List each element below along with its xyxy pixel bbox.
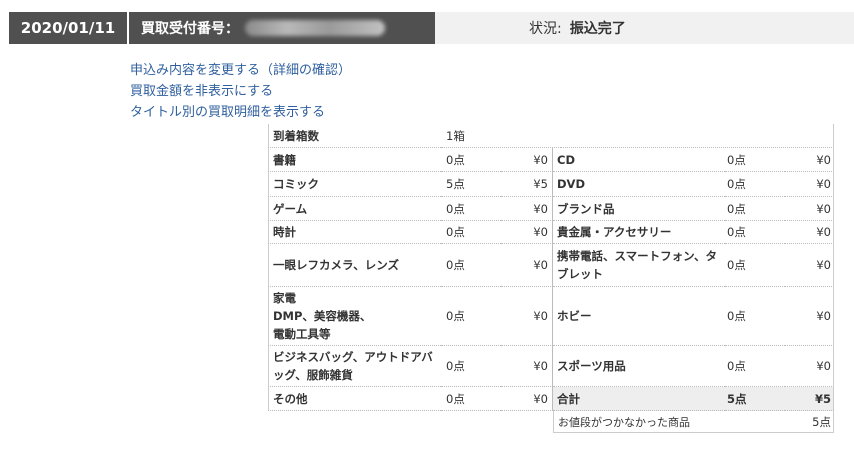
- category-label: 携帯電話、スマートフォン、タブレット: [553, 244, 725, 287]
- application-header: 2020/01/11 買取受付番号： 状況: 振込完了: [9, 12, 854, 44]
- application-date: 2020/01/11: [9, 12, 127, 44]
- category-price: ¥0: [501, 197, 553, 221]
- unpriced-spacer: [268, 411, 553, 433]
- unpriced-row: お値段がつかなかった商品 5点: [268, 411, 834, 433]
- category-count: 0点: [725, 148, 785, 172]
- unpriced-items-label: お値段がつかなかった商品: [553, 411, 785, 433]
- category-label: ビジネスバッグ、アウトドアバッグ、服飾雑貨: [268, 346, 441, 387]
- category-count: 0点: [441, 387, 501, 411]
- total-label: 合計: [553, 387, 725, 411]
- category-price: ¥0: [785, 287, 834, 346]
- status-field: 状況: 振込完了: [435, 12, 854, 44]
- total-count: 5点: [725, 387, 785, 411]
- category-count: 0点: [441, 148, 501, 172]
- category-count: 0点: [725, 244, 785, 287]
- category-label: スポーツ用品: [553, 346, 725, 387]
- category-count: 0点: [725, 287, 785, 346]
- ticket-number-redacted: [245, 20, 385, 36]
- category-label: その他: [268, 387, 441, 411]
- category-price: ¥0: [785, 172, 834, 197]
- arrival-spacer: [561, 124, 834, 148]
- category-label: CD: [553, 148, 725, 172]
- category-count: 0点: [725, 221, 785, 244]
- category-price: ¥5: [501, 172, 553, 197]
- category-label: ホビー: [553, 287, 725, 346]
- category-price: ¥0: [501, 346, 553, 387]
- category-label: DVD: [553, 172, 725, 197]
- table-row: ビジネスバッグ、アウトドアバッグ、服飾雑貨 0点 ¥0 スポーツ用品 0点 ¥0: [268, 346, 834, 387]
- unpriced-items-count: 5点: [785, 411, 834, 433]
- ticket-number-label: 買取受付番号：: [141, 21, 239, 37]
- arrival-row: 到着箱数 1箱: [268, 124, 834, 148]
- category-count: 0点: [725, 197, 785, 221]
- table-row: 時計 0点 ¥0 貴金属・アクセサリー 0点 ¥0: [268, 221, 834, 244]
- category-price: ¥0: [785, 244, 834, 287]
- category-price: ¥0: [785, 346, 834, 387]
- table-row: その他 0点 ¥0 合計 5点 ¥5: [268, 387, 834, 411]
- total-price: ¥5: [785, 387, 834, 411]
- category-label: 時計: [268, 221, 441, 244]
- arrival-value: 1箱: [441, 124, 561, 148]
- category-price: ¥0: [785, 221, 834, 244]
- category-label: ゲーム: [268, 197, 441, 221]
- category-count: 0点: [725, 172, 785, 197]
- table-row: 書籍 0点 ¥0 CD 0点 ¥0: [268, 148, 834, 172]
- table-row: 家電 DMP、美容機器、 電動工具等 0点 ¥0 ホビー 0点 ¥0: [268, 287, 834, 346]
- category-price: ¥0: [501, 221, 553, 244]
- table-row: コミック 5点 ¥5 DVD 0点 ¥0: [268, 172, 834, 197]
- category-count: 0点: [441, 244, 501, 287]
- category-label: 貴金属・アクセサリー: [553, 221, 725, 244]
- category-label: ブランド品: [553, 197, 725, 221]
- category-price: ¥0: [501, 148, 553, 172]
- category-label: 一眼レフカメラ、レンズ: [268, 244, 441, 287]
- table-row: ゲーム 0点 ¥0 ブランド品 0点 ¥0: [268, 197, 834, 221]
- category-price: ¥0: [501, 287, 553, 346]
- category-count: 0点: [441, 221, 501, 244]
- category-label: 家電 DMP、美容機器、 電動工具等: [268, 287, 441, 346]
- ticket-number-field: 買取受付番号：: [129, 12, 435, 44]
- category-count: 0点: [441, 346, 501, 387]
- purchase-summary-table: 到着箱数 1箱 書籍 0点 ¥0 CD 0点 ¥0 コミック 5点 ¥5 DVD…: [268, 124, 834, 433]
- category-price: ¥0: [501, 387, 553, 411]
- category-price: ¥0: [785, 197, 834, 221]
- category-count: 0点: [441, 197, 501, 221]
- category-count: 0点: [725, 346, 785, 387]
- status-value: 振込完了: [569, 21, 626, 37]
- status-label: 状況:: [529, 21, 562, 37]
- show-title-details-link[interactable]: タイトル別の買取明細を表示する: [130, 102, 351, 123]
- edit-application-link[interactable]: 申込み内容を変更する（詳細の確認）: [130, 60, 351, 81]
- category-label: 書籍: [268, 148, 441, 172]
- hide-price-link[interactable]: 買取金額を非表示にする: [130, 81, 351, 102]
- category-price: ¥0: [501, 244, 553, 287]
- action-links: 申込み内容を変更する（詳細の確認） 買取金額を非表示にする タイトル別の買取明細…: [130, 60, 351, 123]
- category-label: コミック: [268, 172, 441, 197]
- category-count: 5点: [441, 172, 501, 197]
- category-count: 0点: [441, 287, 501, 346]
- table-row: 一眼レフカメラ、レンズ 0点 ¥0 携帯電話、スマートフォン、タブレット 0点 …: [268, 244, 834, 287]
- arrival-label: 到着箱数: [268, 124, 441, 148]
- category-price: ¥0: [785, 148, 834, 172]
